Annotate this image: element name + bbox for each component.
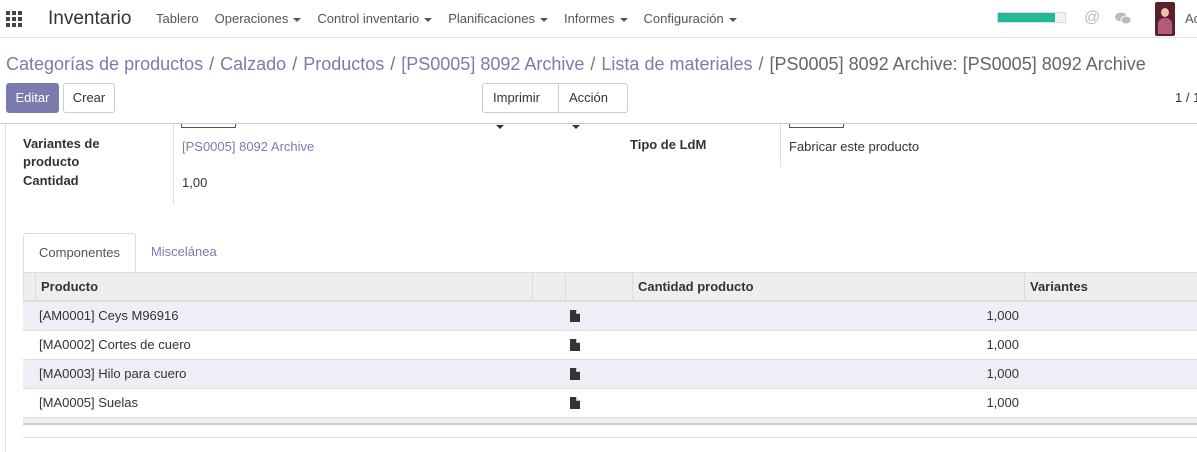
bom-type-label: Tipo de LdM	[630, 137, 707, 152]
breadcrumb-separator: /	[758, 54, 764, 74]
tab-componentes[interactable]: Componentes	[23, 233, 136, 273]
pager-value[interactable]: 1 / 1	[1175, 90, 1197, 105]
icon-column-header	[565, 273, 632, 301]
chat-icon[interactable]	[1115, 12, 1131, 25]
field-divider	[173, 124, 174, 204]
table-row[interactable]: [MA0003] Hilo para cuero 1,000	[23, 360, 1197, 389]
caret-down-icon	[539, 17, 548, 22]
cell-product: [MA0005] Suelas	[39, 395, 139, 410]
menu-item-control-inventario[interactable]: Control inventario	[317, 11, 433, 26]
document-icon[interactable]	[570, 310, 580, 322]
document-icon[interactable]	[570, 339, 580, 351]
breadcrumb-link-product[interactable]: [PS0005] 8092 Archive	[401, 54, 584, 75]
cell-quantity: 1,000	[986, 308, 1019, 323]
user-name[interactable]: Ac	[1185, 11, 1197, 26]
menu-item-tablero[interactable]: Tablero	[156, 11, 199, 26]
main-menu: Tablero Operaciones Control inventario P…	[156, 11, 753, 26]
column-header-variantes[interactable]: Variantes	[1024, 273, 1197, 301]
field-divider	[780, 124, 781, 167]
menu-item-informes[interactable]: Informes	[564, 11, 628, 26]
breadcrumb-link-categorias[interactable]: Categorías de productos	[6, 54, 203, 75]
bom-type-value: Fabricar este producto	[789, 139, 920, 154]
cell-product: [MA0003] Hilo para cuero	[39, 366, 187, 381]
quantity-label: Cantidad	[23, 173, 79, 188]
breadcrumb-separator: /	[390, 54, 396, 74]
document-icon[interactable]	[570, 397, 580, 409]
sheet-border	[5, 124, 6, 452]
onboarding-progress-bar[interactable]	[997, 12, 1066, 23]
apps-grid-icon[interactable]	[6, 11, 22, 27]
user-avatar[interactable]	[1155, 2, 1175, 36]
breadcrumb-current: [PS0005] 8092 Archive: [PS0005] 8092 Arc…	[769, 54, 1146, 74]
cell-quantity: 1,000	[986, 366, 1019, 381]
menu-item-operaciones[interactable]: Operaciones	[215, 11, 302, 26]
cell-product: [MA0002] Cortes de cuero	[39, 337, 191, 352]
mentions-icon[interactable]: @	[1084, 9, 1100, 27]
section-divider	[23, 437, 1197, 438]
create-button[interactable]: Crear	[63, 83, 115, 113]
breadcrumb: Categorías de productos / Calzado / Prod…	[6, 54, 1146, 75]
print-dropdown-button[interactable]: Imprimir	[482, 83, 559, 129]
tab-miscelanea[interactable]: Miscelánea	[136, 233, 232, 273]
breadcrumb-separator: /	[292, 54, 298, 74]
clipped-field	[789, 124, 844, 128]
document-icon[interactable]	[570, 368, 580, 380]
variants-value-link[interactable]: [PS0005] 8092 Archive	[182, 139, 314, 154]
clipped-field	[181, 124, 236, 128]
action-dropdown-button[interactable]: Acción	[559, 83, 628, 129]
table-row[interactable]: [MA0005] Suelas 1,000	[23, 389, 1197, 418]
breadcrumb-separator: /	[590, 54, 596, 74]
cell-quantity: 1,000	[986, 337, 1019, 352]
breadcrumb-separator: /	[209, 54, 215, 74]
app-brand[interactable]: Inventario	[48, 8, 131, 30]
breadcrumb-link-bom-list[interactable]: Lista de materiales	[601, 54, 752, 75]
empty-column-header	[532, 273, 565, 301]
caret-down-icon	[619, 17, 628, 22]
cell-product: [AM0001] Ceys M96916	[39, 308, 179, 323]
notebook-tabs: Componentes Miscelánea	[23, 233, 232, 273]
cell-quantity: 1,000	[986, 395, 1019, 410]
top-navbar: Inventario Tablero Operaciones Control i…	[0, 0, 1197, 38]
table-row[interactable]: [MA0002] Cortes de cuero 1,000	[23, 331, 1197, 360]
edit-button[interactable]: Editar	[6, 83, 59, 113]
breadcrumb-link-calzado[interactable]: Calzado	[220, 54, 286, 75]
caret-down-icon	[293, 17, 302, 22]
quantity-value: 1,00	[182, 175, 208, 190]
column-header-producto[interactable]: Producto	[35, 273, 532, 301]
caret-down-icon	[728, 17, 737, 22]
table-header: Producto Cantidad producto Variantes	[23, 272, 1197, 302]
table-footer	[23, 418, 1197, 425]
variants-label: Variantes de producto	[23, 136, 100, 169]
menu-item-configuracion[interactable]: Configuración	[644, 11, 737, 26]
column-header-cantidad[interactable]: Cantidad producto	[632, 273, 1024, 301]
menu-item-planificaciones[interactable]: Planificaciones	[448, 11, 548, 26]
handle-column-header	[23, 273, 35, 301]
table-body: [AM0001] Ceys M96916 1,000 [MA0002] Cortes…	[23, 302, 1197, 418]
table-row[interactable]: [AM0001] Ceys M96916 1,000	[23, 302, 1197, 331]
caret-down-icon	[424, 17, 433, 22]
breadcrumb-link-productos[interactable]: Productos	[303, 54, 384, 75]
progress-fill	[998, 13, 1055, 22]
form-sheet: Variantes de producto [PS0005] 8092 Arch…	[0, 124, 1197, 452]
components-table: Producto Cantidad producto Variantes [AM…	[23, 272, 1197, 425]
action-button-group: Imprimir Acción	[482, 83, 628, 129]
